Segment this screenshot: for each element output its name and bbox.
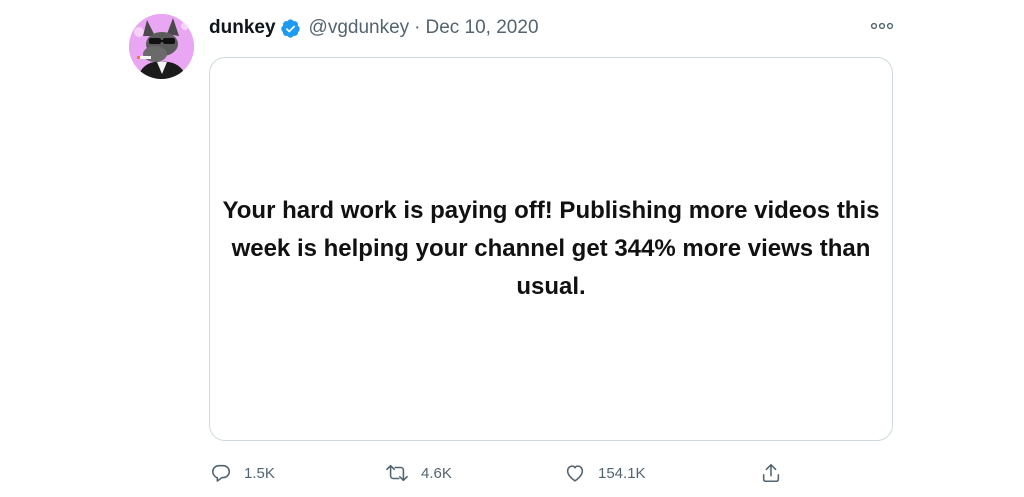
like-count: 154.1K (598, 464, 646, 482)
tweet-header: dunkey @vgdunkey · Dec 10, 2020 (209, 16, 539, 40)
tweet-image-card[interactable]: Your hard work is paying off! Publishing… (209, 57, 893, 441)
display-name[interactable]: dunkey (209, 16, 276, 40)
reply-count: 1.5K (244, 464, 275, 482)
retweet-button[interactable]: 4.6K (385, 459, 452, 487)
reply-icon (211, 464, 231, 482)
avatar[interactable] (129, 14, 194, 79)
like-button[interactable]: 154.1K (564, 459, 646, 487)
avatar-image (129, 14, 194, 79)
handle[interactable]: @vgdunkey (309, 16, 410, 40)
retweet-count: 4.6K (421, 464, 452, 482)
retweet-icon (386, 464, 408, 482)
heart-icon (566, 465, 584, 482)
separator-dot: · (414, 17, 421, 38)
tweet[interactable]: dunkey @vgdunkey · Dec 10, 2020 Your har… (0, 0, 1024, 497)
more-options-icon (870, 22, 894, 30)
tweet-date[interactable]: Dec 10, 2020 (425, 16, 538, 40)
share-icon (762, 463, 780, 483)
reply-button[interactable]: 1.5K (210, 459, 275, 487)
action-bar: 1.5K 4.6K 154.1K (0, 459, 1024, 487)
verified-badge-icon (280, 18, 301, 39)
more-options-button[interactable] (868, 16, 896, 36)
share-button[interactable] (760, 459, 782, 487)
card-text: Your hard work is paying off! Publishing… (222, 197, 880, 300)
